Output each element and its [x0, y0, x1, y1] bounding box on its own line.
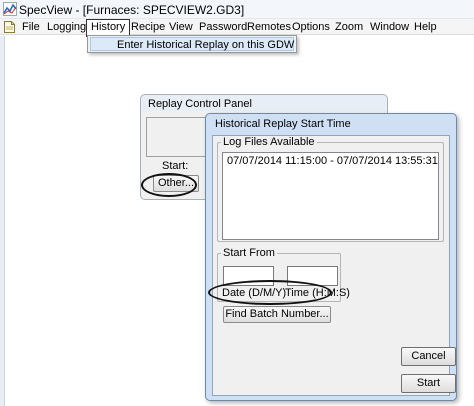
specview-app-icon[interactable]	[3, 2, 17, 16]
window-left-edge	[0, 36, 5, 406]
replay-control-panel-title-bar[interactable]: Replay Control Panel	[141, 95, 387, 111]
start-label: Start:	[162, 160, 189, 172]
menu-zoom[interactable]: Zoom	[331, 19, 367, 35]
menu-recipe[interactable]: Recipe	[127, 19, 169, 35]
menu-item-label: Enter Historical Replay on this GDW	[117, 39, 295, 51]
find-batch-number-button[interactable]: Find Batch Number...	[223, 306, 331, 323]
window-title-bar[interactable]: SpecView - [Furnaces: SPECVIEW2.GD3]	[0, 0, 474, 19]
menu-window[interactable]: Window	[366, 19, 413, 35]
menu-view[interactable]: View	[165, 19, 197, 35]
log-files-label: Log Files Available	[221, 136, 317, 148]
dialog-title: Historical Replay Start Time	[215, 118, 351, 130]
log-files-list[interactable]: 07/07/2014 11:15:00 - 07/07/2014 13:55:3…	[222, 152, 439, 240]
historical-replay-dialog: Historical Replay Start Time Log Files A…	[205, 113, 457, 401]
start-from-label: Start From	[221, 247, 277, 259]
menu-logging[interactable]: Logging	[43, 19, 90, 35]
document-icon[interactable]	[3, 20, 16, 34]
menu-item-enter-historical-replay[interactable]: Enter Historical Replay on this GDW	[90, 37, 294, 51]
window-title: SpecView - [Furnaces: SPECVIEW2.GD3]	[19, 3, 245, 17]
menu-options[interactable]: Options	[288, 19, 334, 35]
menu-help[interactable]: Help	[410, 19, 441, 35]
replay-control-panel-title: Replay Control Panel	[148, 98, 252, 110]
menu-file[interactable]: File	[18, 19, 44, 35]
highlight-ellipse-find-batch	[208, 280, 332, 305]
history-dropdown-menu: Enter Historical Replay on this GDW	[87, 35, 297, 53]
menu-bar: File Logging History Recipe View Passwor…	[0, 19, 474, 37]
highlight-ellipse-other	[141, 173, 197, 197]
dialog-client-area: Log Files Available 07/07/2014 11:15:00 …	[212, 135, 456, 396]
start-button[interactable]: Start	[401, 374, 456, 393]
cancel-button[interactable]: Cancel	[401, 347, 456, 366]
list-item[interactable]: 07/07/2014 11:15:00 - 07/07/2014 13:55:3…	[227, 155, 438, 167]
replay-control-frame	[146, 117, 208, 157]
